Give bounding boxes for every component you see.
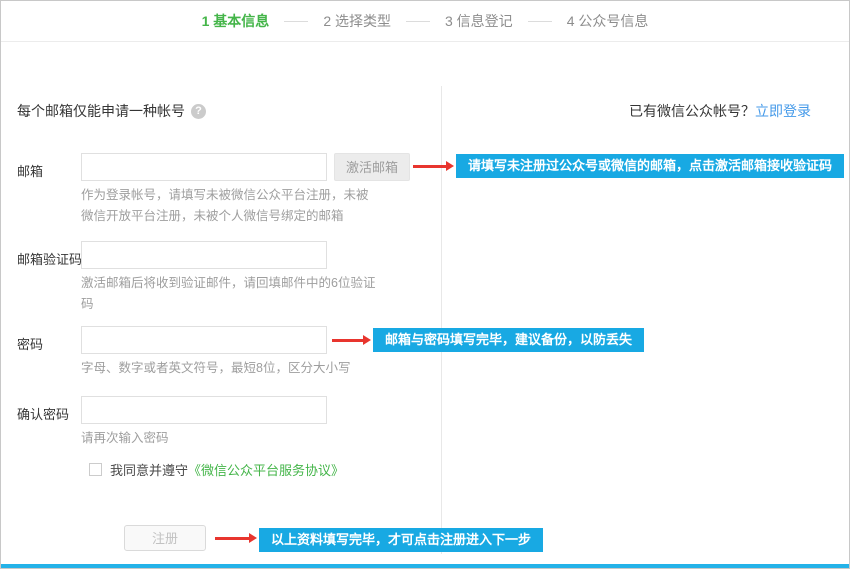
password-label: 密码 xyxy=(17,334,43,353)
agreement-row: 我同意并遵守《微信公众平台服务协议》 xyxy=(89,460,344,479)
email-code-label: 邮箱验证码 xyxy=(17,249,82,268)
step-separator xyxy=(406,21,430,22)
agreement-text: 我同意并遵守 xyxy=(110,460,188,479)
arrow-line xyxy=(332,339,363,342)
register-button[interactable]: 注册 xyxy=(124,525,206,551)
existing-account-prompt: 已有微信公众帐号？ xyxy=(629,103,755,119)
password-input[interactable] xyxy=(81,326,327,354)
arrow-head-icon xyxy=(249,533,257,543)
email-limit-note: 每个邮箱仅能申请一种帐号 ? xyxy=(17,101,206,121)
activate-email-button[interactable]: 激活邮箱 xyxy=(334,153,410,181)
confirm-password-input[interactable] xyxy=(81,396,327,424)
confirm-password-helper-text: 请再次输入密码 xyxy=(81,428,169,449)
bottom-accent-bar xyxy=(1,564,849,568)
submit-annotation-callout: 以上资料填写完毕，才可点击注册进入下一步 xyxy=(259,528,543,552)
step-basic-info: 1 基本信息 xyxy=(202,11,270,31)
confirm-password-label: 确认密码 xyxy=(17,404,69,423)
email-annotation-callout: 请填写未注册过公众号或微信的邮箱，点击激活邮箱接收验证码 xyxy=(456,154,844,178)
step-indicator: 1 基本信息 2 选择类型 3 信息登记 4 公众号信息 xyxy=(1,1,849,42)
vertical-divider xyxy=(441,86,442,554)
arrow-to-password-annotation xyxy=(332,335,371,345)
step-info-register: 3 信息登记 xyxy=(445,11,513,31)
email-code-input[interactable] xyxy=(81,241,327,269)
login-now-link[interactable]: 立即登录 xyxy=(755,103,811,119)
password-helper-text: 字母、数字或者英文符号，最短8位，区分大小写 xyxy=(81,358,350,379)
step-account-info: 4 公众号信息 xyxy=(567,11,649,31)
registration-page: 1 基本信息 2 选择类型 3 信息登记 4 公众号信息 每个邮箱仅能申请一种帐… xyxy=(0,0,850,569)
arrow-line xyxy=(215,537,249,540)
arrow-head-icon xyxy=(363,335,371,345)
step-choose-type: 2 选择类型 xyxy=(323,11,391,31)
service-agreement-link[interactable]: 《微信公众平台服务协议》 xyxy=(188,460,344,479)
arrow-head-icon xyxy=(446,161,454,171)
arrow-to-email-annotation xyxy=(413,161,454,171)
agreement-checkbox[interactable] xyxy=(89,463,102,476)
help-question-icon[interactable]: ? xyxy=(191,104,206,119)
email-limit-note-text: 每个邮箱仅能申请一种帐号 xyxy=(17,101,185,121)
arrow-line xyxy=(413,165,446,168)
email-code-helper-text: 激活邮箱后将收到验证邮件，请回填邮件中的6位验证码 xyxy=(81,273,377,315)
email-helper-text: 作为登录帐号，请填写未被微信公众平台注册，未被微信开放平台注册，未被个人微信号绑… xyxy=(81,185,377,227)
password-annotation-callout: 邮箱与密码填写完毕，建议备份，以防丢失 xyxy=(373,328,644,352)
step-separator xyxy=(284,21,308,22)
arrow-to-submit-annotation xyxy=(215,533,257,543)
email-input[interactable] xyxy=(81,153,327,181)
step-separator xyxy=(528,21,552,22)
email-label: 邮箱 xyxy=(17,161,43,180)
existing-account-row: 已有微信公众帐号？立即登录 xyxy=(629,101,811,121)
